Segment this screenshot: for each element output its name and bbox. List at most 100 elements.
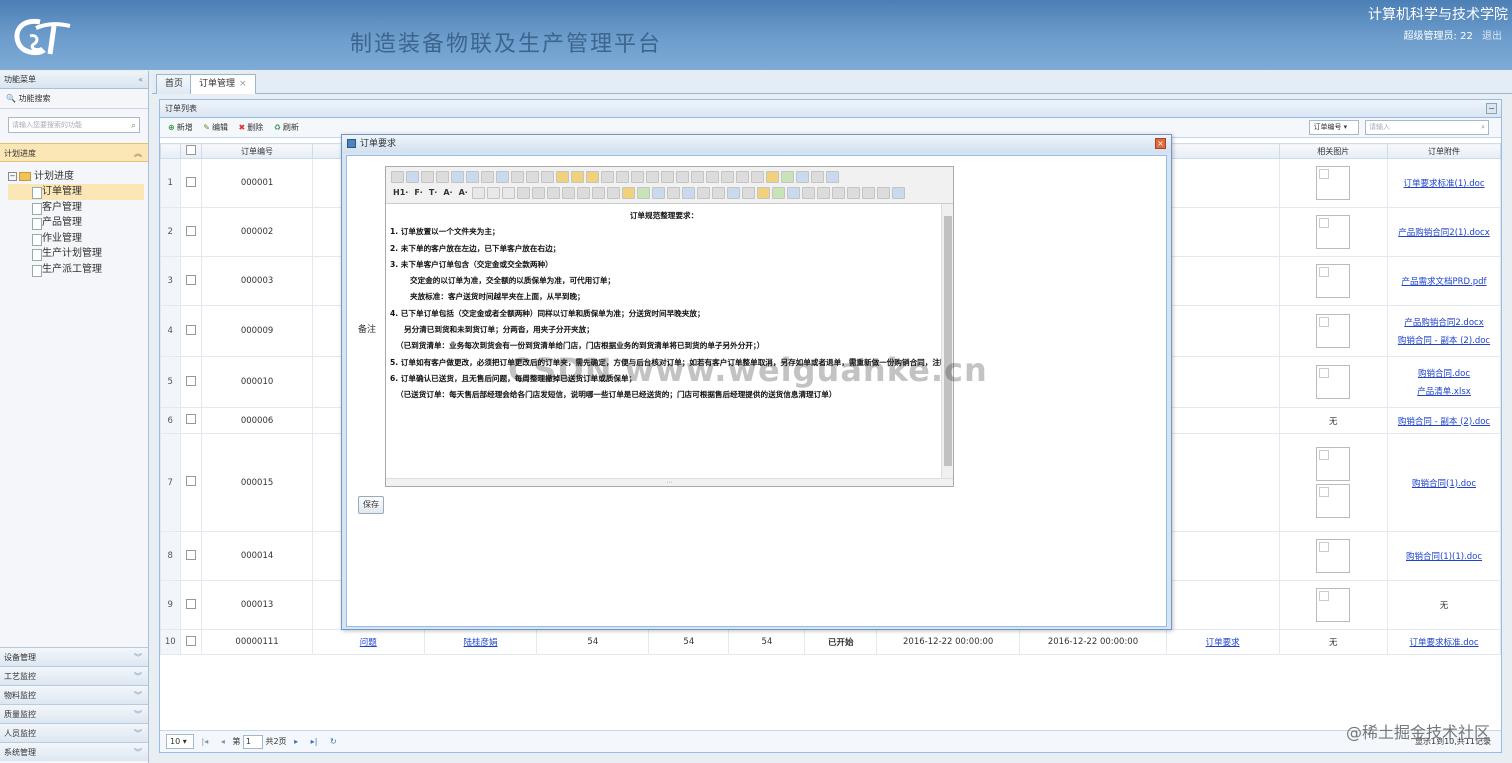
attachment-link[interactable]: 购销合同(1)(1).doc xyxy=(1388,550,1500,562)
editor-tool-icon[interactable] xyxy=(796,170,809,183)
image-placeholder-icon[interactable] xyxy=(1316,166,1351,200)
editor-tool-icon[interactable] xyxy=(676,170,689,183)
accordion-quality[interactable]: 质量监控 ︾ xyxy=(0,704,148,723)
editor-tool-icon[interactable] xyxy=(636,187,650,199)
last-page-icon[interactable]: ▸| xyxy=(311,737,318,746)
customer-link[interactable]: 问题 xyxy=(313,636,424,648)
sidebar-item-product[interactable]: 产品管理 xyxy=(8,215,144,231)
editor-tool-icon[interactable] xyxy=(451,170,464,183)
editor-tool-icon[interactable] xyxy=(691,170,704,183)
editor-format-dropdown[interactable]: H1· xyxy=(393,185,408,201)
page-size-select[interactable]: 10 ▾ xyxy=(166,734,194,749)
collapse-icon[interactable]: − xyxy=(1486,103,1497,114)
editor-tool-icon[interactable] xyxy=(681,187,695,199)
row-select-cell[interactable] xyxy=(179,356,203,408)
editor-tool-icon[interactable] xyxy=(546,187,560,199)
close-icon[interactable]: × xyxy=(239,79,247,89)
editor-tool-icon[interactable] xyxy=(561,187,575,199)
page-number-input[interactable]: 1 xyxy=(242,734,263,749)
tree-root[interactable]: − 计划进度 xyxy=(8,169,144,184)
editor-tool-icon[interactable] xyxy=(516,187,530,199)
sidebar-item-dispatch[interactable]: 生产派工管理 xyxy=(8,262,144,278)
chevron-up-icon[interactable]: ︽ xyxy=(134,144,142,163)
prev-page-icon[interactable]: ◂ xyxy=(221,737,225,746)
editor-tool-icon[interactable] xyxy=(721,170,734,183)
editor-format-dropdown[interactable]: A· xyxy=(443,185,452,201)
editor-scrollbar[interactable] xyxy=(941,204,953,479)
contact-link[interactable]: 陆桂彦娟 xyxy=(425,636,537,648)
editor-style-icon[interactable] xyxy=(486,187,500,199)
requirement-link[interactable]: 订单要求 xyxy=(1167,636,1279,648)
refresh-icon[interactable]: ↻ xyxy=(330,737,337,746)
editor-tool-icon[interactable] xyxy=(591,187,605,199)
editor-format-dropdown[interactable]: T· xyxy=(429,185,438,201)
editor-tool-icon[interactable] xyxy=(801,187,815,199)
sidebar-item-production-plan[interactable]: 生产计划管理 xyxy=(8,246,144,262)
editor-tool-icon[interactable] xyxy=(771,187,785,199)
editor-tool-icon[interactable] xyxy=(646,170,659,183)
row-select-cell[interactable] xyxy=(179,433,203,532)
search-icon[interactable]: ⌕ xyxy=(1481,121,1485,134)
row-select-cell[interactable] xyxy=(179,407,203,434)
scroll-thumb[interactable] xyxy=(944,216,952,466)
editor-tool-icon[interactable] xyxy=(711,187,725,199)
image-placeholder-icon[interactable] xyxy=(1316,484,1351,518)
editor-tool-icon[interactable] xyxy=(576,187,590,199)
checkbox[interactable] xyxy=(185,145,196,155)
checkbox[interactable] xyxy=(185,598,196,609)
editor-tool-icon[interactable] xyxy=(436,170,449,183)
editor-content[interactable]: 订单规范整理要求： 1. 订单放置以一个文件夹为主； 2. 未下单的客户放在左边，已… xyxy=(386,204,942,479)
editor-tool-icon[interactable] xyxy=(621,187,635,199)
column-header[interactable]: 订单编号 xyxy=(201,143,313,159)
editor-tool-icon[interactable] xyxy=(511,170,524,183)
editor-tool-icon[interactable] xyxy=(586,170,599,183)
image-placeholder-icon[interactable] xyxy=(1316,264,1351,298)
editor-tool-icon[interactable] xyxy=(421,170,434,183)
editor-tool-icon[interactable] xyxy=(556,170,569,183)
attachment-link[interactable]: 产品购销合同2.docx xyxy=(1388,316,1500,328)
editor-tool-icon[interactable] xyxy=(631,170,644,183)
first-page-icon[interactable]: |◂ xyxy=(202,737,209,746)
accordion-system[interactable]: 系统管理 ︾ xyxy=(0,742,148,761)
filter-input[interactable]: 请输入 ⌕ xyxy=(1365,120,1489,135)
editor-tool-icon[interactable] xyxy=(666,187,680,199)
image-placeholder-icon[interactable] xyxy=(1316,447,1351,481)
editor-tool-icon[interactable] xyxy=(406,170,419,183)
accordion-equipment[interactable]: 设备管理 ︾ xyxy=(0,647,148,666)
editor-tool-icon[interactable] xyxy=(661,170,674,183)
tab-home[interactable]: 首页 xyxy=(156,74,193,94)
editor-tool-icon[interactable] xyxy=(766,170,779,183)
editor-format-dropdown[interactable]: F· xyxy=(414,185,423,201)
checkbox[interactable] xyxy=(185,414,196,424)
attachment-link[interactable]: 购销合同.doc xyxy=(1388,367,1500,379)
editor-tool-icon[interactable] xyxy=(816,187,830,199)
checkbox[interactable] xyxy=(185,225,196,236)
checkbox[interactable] xyxy=(185,635,196,646)
editor-tool-icon[interactable] xyxy=(466,170,479,183)
tab-order-management[interactable]: 订单管理 × xyxy=(190,74,256,94)
image-placeholder-icon[interactable] xyxy=(1316,215,1351,249)
editor-tool-icon[interactable] xyxy=(756,187,770,199)
image-placeholder-icon[interactable] xyxy=(1316,588,1351,622)
editor-tool-icon[interactable] xyxy=(571,170,584,183)
editor-tool-icon[interactable] xyxy=(736,170,749,183)
accordion-material[interactable]: 物料监控 ︾ xyxy=(0,685,148,704)
image-placeholder-icon[interactable] xyxy=(1316,365,1351,399)
editor-tool-icon[interactable] xyxy=(876,187,890,199)
tree-toggle-icon[interactable]: − xyxy=(8,171,17,181)
editor-tool-icon[interactable] xyxy=(526,170,539,183)
checkbox[interactable] xyxy=(185,375,196,386)
function-search-input[interactable]: 请输入您要搜索的功能 ⌕ xyxy=(8,117,140,133)
editor-tool-icon[interactable] xyxy=(481,170,494,183)
editor-tool-icon[interactable] xyxy=(531,187,545,199)
image-placeholder-icon[interactable] xyxy=(1316,539,1351,573)
row-select-cell[interactable] xyxy=(179,629,203,655)
refresh-button[interactable]: ♻ 刷新 xyxy=(274,118,299,138)
editor-tool-icon[interactable] xyxy=(601,170,614,183)
plan-section-header[interactable]: 计划进度 ︽ xyxy=(0,143,148,162)
editor-tool-icon[interactable] xyxy=(606,187,620,199)
attachment-link[interactable]: 订单要求标准.doc xyxy=(1388,636,1500,648)
editor-style-icon[interactable] xyxy=(471,187,485,199)
editor-tool-icon[interactable] xyxy=(781,170,794,183)
attachment-link[interactable]: 产品购销合同2(1).docx xyxy=(1388,226,1500,238)
